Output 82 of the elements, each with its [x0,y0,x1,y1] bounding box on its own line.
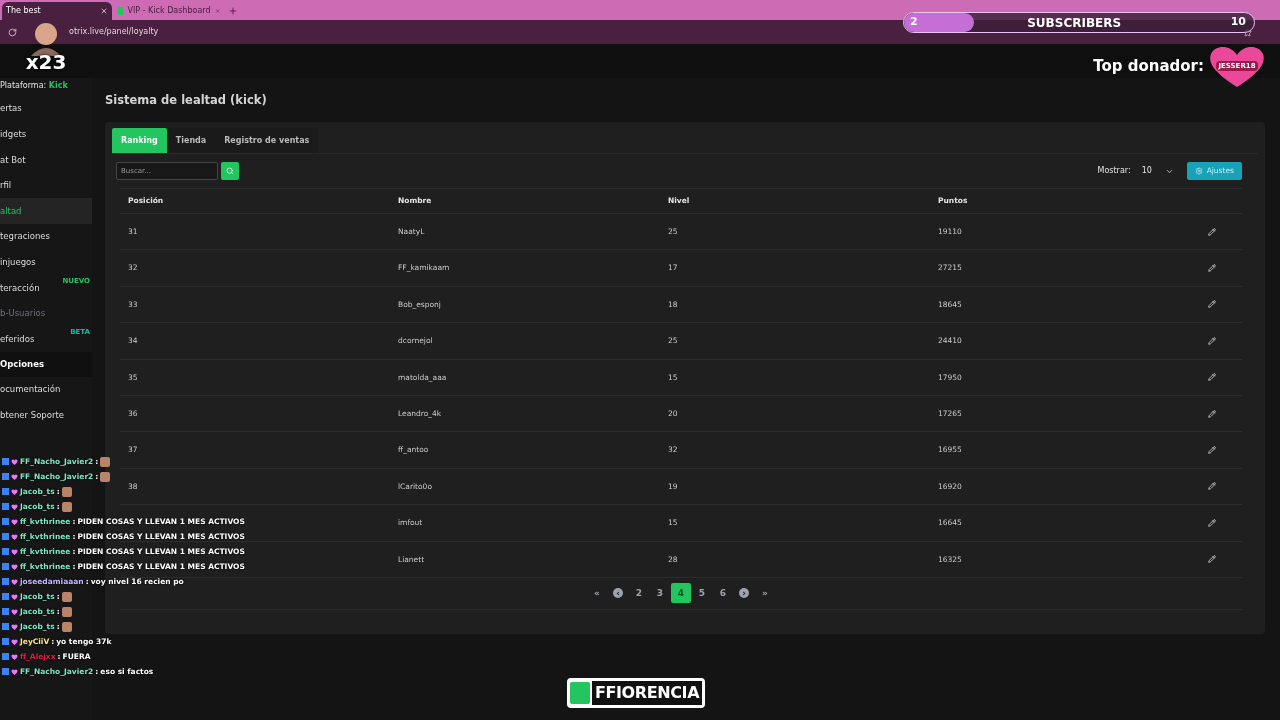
page-button[interactable]: 6 [713,583,733,604]
heart-icon [11,473,18,480]
page-button[interactable]: 5 [692,583,712,604]
url-field[interactable]: otrix.live/panel/loyalty [69,26,159,38]
tab[interactable]: Tienda [166,128,216,153]
chat-badge-icon [2,548,9,555]
reload-icon[interactable] [8,27,17,37]
chat-badge-icon [2,578,9,585]
page-title: Sistema de lealtad (kick) [105,92,268,109]
chat-badge-icon [2,458,9,465]
heart-icon [11,503,18,510]
heart-icon [11,533,18,540]
prev-page-button[interactable]: ‹ [608,583,628,604]
chat-badge-icon [2,563,9,570]
goal-label: SUBSCRIBERS [1026,14,1123,32]
next-page-button[interactable]: › [734,583,754,604]
heart-icon [11,593,18,600]
sidebar-item[interactable]: altad [0,198,92,224]
page-button[interactable]: 2 [629,583,649,604]
kick-icon [570,682,590,704]
edit-icon[interactable] [1208,555,1216,564]
sidebar-item[interactable]: ocumentación [0,376,92,403]
edit-icon[interactable] [1208,300,1216,309]
emote-icon [100,471,111,482]
edit-icon[interactable] [1208,518,1216,527]
top-donor-label: Top donador: [1093,55,1204,77]
kick-icon [118,7,124,15]
chat-badge-icon [2,533,9,540]
edit-icon[interactable] [1208,336,1216,345]
heart-icon [11,488,18,495]
close-icon[interactable] [100,7,108,15]
edit-icon[interactable] [1208,264,1216,273]
heart-icon [11,608,18,615]
edit-icon[interactable] [1208,446,1216,455]
chat-badge-icon [2,653,9,660]
section-heading: Opciones [0,351,92,377]
chat-badge-icon [2,488,9,495]
heart-icon [11,548,18,555]
edit-icon[interactable] [1208,409,1216,418]
heart-icon [11,653,18,660]
chat-badge-icon [2,623,9,630]
heart-icon [11,578,18,585]
chat-badge-icon [2,593,9,600]
gear-icon [1194,167,1203,175]
show-select[interactable]: 10 [1137,162,1178,180]
chat-badge-icon [2,638,9,645]
page-button[interactable]: 3 [650,583,670,604]
search-icon [226,167,234,175]
heart-icon [11,518,18,525]
chat-badge-icon [2,473,9,480]
goal-target: 10 [1230,14,1247,31]
heart-icon [11,623,18,630]
chat-badge-icon [2,668,9,675]
goal-current: 2 [909,14,918,31]
chat-badge-icon [2,608,9,615]
emote-icon [61,501,72,512]
new-tab-icon[interactable] [228,6,238,16]
sticker-label: x23 [25,52,67,72]
edit-icon[interactable] [1208,373,1216,382]
emote-icon [61,486,72,497]
browser-tab[interactable]: VIP - Kick Dashboard [114,2,224,20]
emote-icon [100,456,111,467]
show-label: Mostrar: [1097,165,1131,177]
chat-badge-icon [2,503,9,510]
edit-icon[interactable] [1208,482,1216,491]
emote-icon [61,621,72,632]
tab[interactable]: Registro de ventas [215,128,319,153]
browser-tab[interactable]: The best [2,2,112,20]
last-page-button[interactable]: » [755,583,775,604]
heart-icon [11,458,18,465]
platform-label: Plataforma: Kick [0,80,69,92]
chat-badge-icon [2,518,9,525]
sidebar-item[interactable]: btener Soporte [0,402,92,429]
heart-icon [11,668,18,675]
emote-icon [61,591,72,602]
edit-icon[interactable] [1208,227,1216,236]
emote-icon [61,606,72,617]
heart-icon [11,563,18,570]
heart-icon [11,638,18,645]
page-button[interactable]: 4 [671,583,691,604]
first-page-button[interactable]: « [587,583,607,604]
channel-badge: FFIORENCIA [567,678,706,708]
